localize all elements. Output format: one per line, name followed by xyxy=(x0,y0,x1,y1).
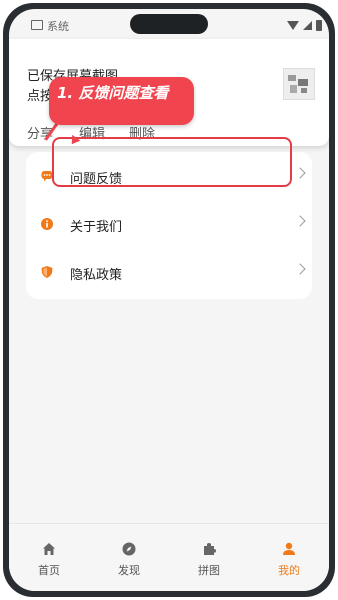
camera-notch xyxy=(130,14,208,34)
nav-item-profile[interactable]: 我的 xyxy=(249,524,329,591)
compass-icon xyxy=(122,542,136,556)
chevron-right-icon xyxy=(294,215,306,227)
chevron-right-icon xyxy=(294,167,306,179)
menu-item-privacy[interactable]: 隐私政策 xyxy=(26,250,312,296)
thumbnail-preview xyxy=(288,75,308,93)
nav-label-home: 首页 xyxy=(38,564,60,577)
shield-icon xyxy=(41,266,53,278)
wifi-icon xyxy=(287,21,299,30)
status-bar: 系统 xyxy=(9,9,329,39)
gallery-icon xyxy=(31,20,43,30)
menu-item-label: 隐私政策 xyxy=(70,268,123,283)
tutorial-callout: 1. 反馈问题查看 xyxy=(49,77,194,125)
home-icon xyxy=(43,543,55,555)
puzzle-icon xyxy=(204,543,216,555)
info-icon xyxy=(41,218,53,230)
signal-icon xyxy=(303,21,312,30)
phone-frame: 系统 问题反馈 关于我们 隐私政策 点按 分享 编辑 删除 1. 反馈问题查看 … xyxy=(3,3,335,597)
nav-item-home[interactable]: 首页 xyxy=(9,524,89,591)
menu-item-label: 关于我们 xyxy=(70,220,123,235)
screenshot-thumbnail[interactable] xyxy=(283,68,315,100)
menu-item-about[interactable]: 关于我们 xyxy=(26,202,312,248)
screen: 系统 问题反馈 关于我们 隐私政策 点按 分享 编辑 删除 1. 反馈问题查看 … xyxy=(9,9,329,591)
nav-item-puzzle[interactable]: 拼图 xyxy=(169,524,249,591)
chevron-right-icon xyxy=(294,263,306,275)
nav-label-discover: 发现 xyxy=(118,564,140,577)
status-app-label: 系统 xyxy=(47,20,69,33)
battery-icon xyxy=(316,20,322,31)
highlight-box xyxy=(52,137,292,187)
nav-label-profile: 我的 xyxy=(278,564,300,577)
user-icon xyxy=(283,542,295,555)
bottom-nav: 首页 发现 拼图 我的 xyxy=(9,523,329,591)
nav-item-discover[interactable]: 发现 xyxy=(89,524,169,591)
nav-label-puzzle: 拼图 xyxy=(198,564,220,577)
